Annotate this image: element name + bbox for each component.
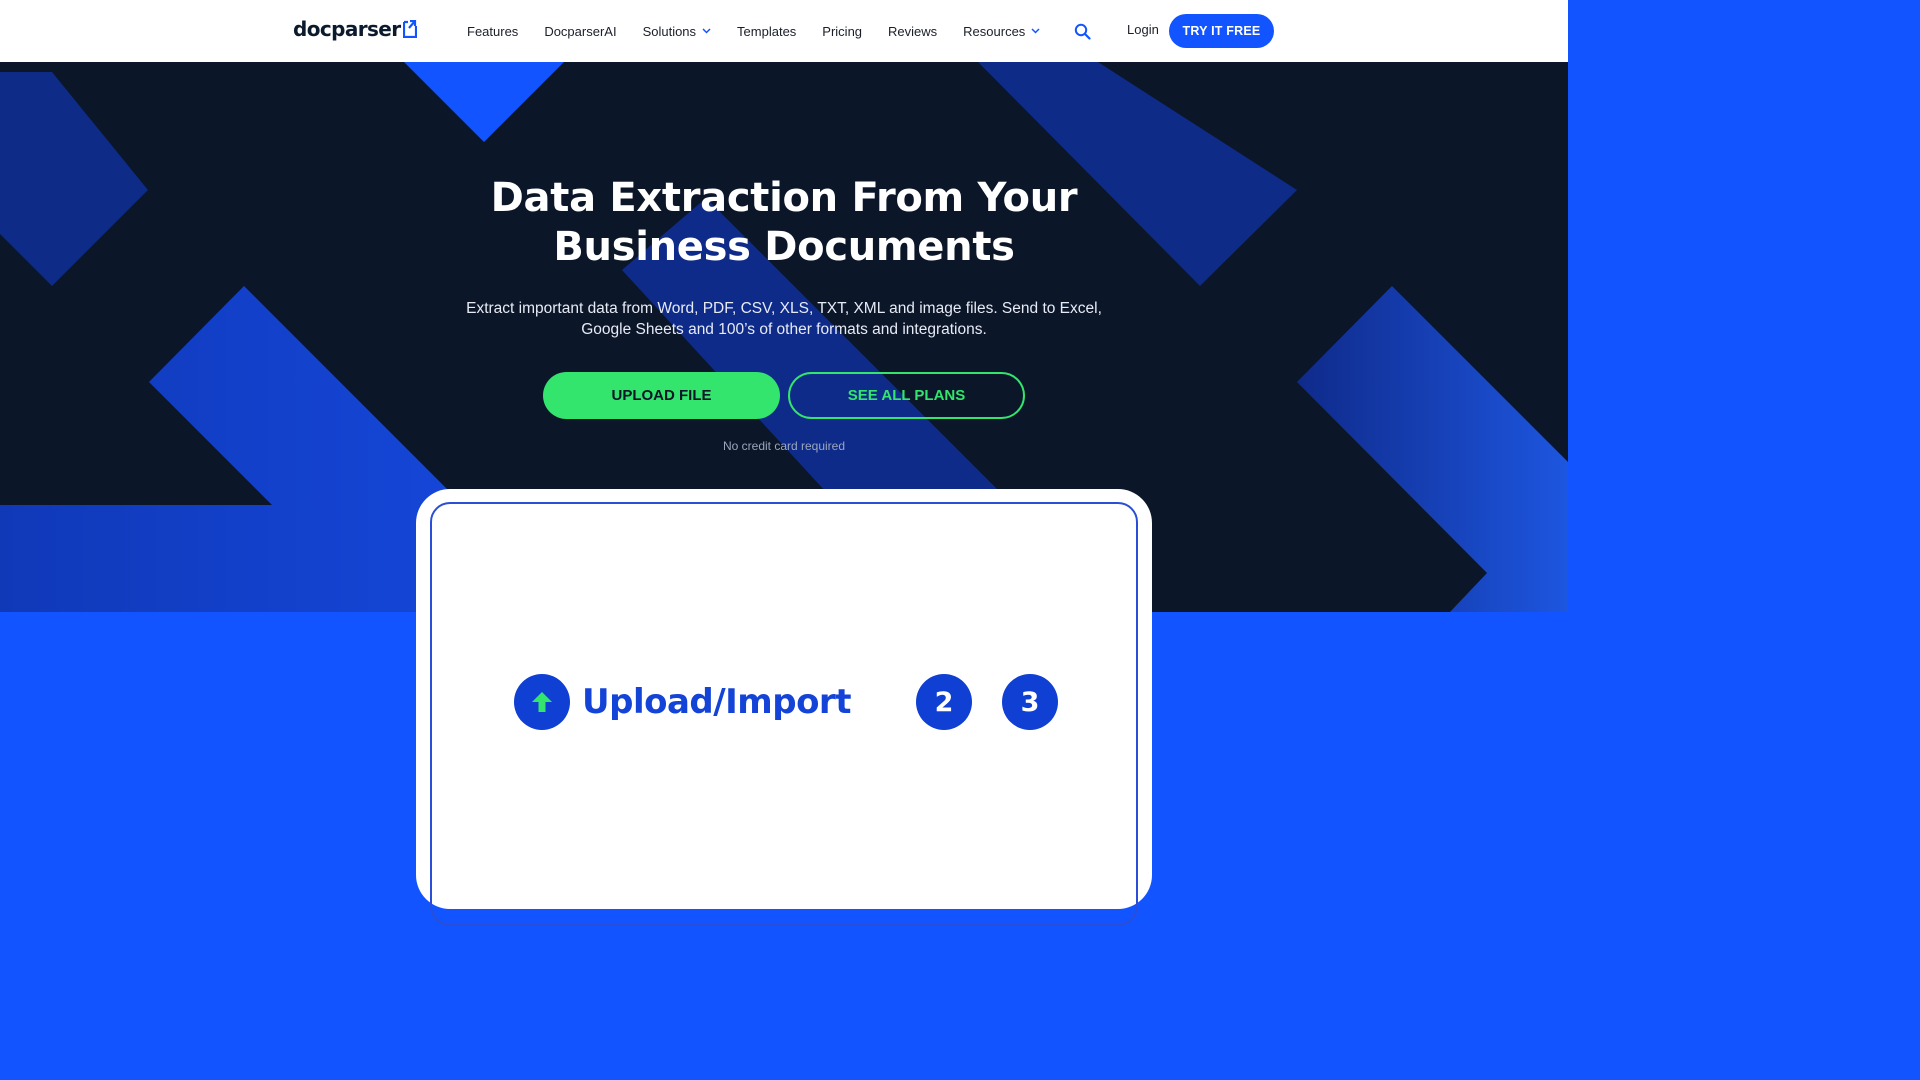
nav-item-templates[interactable]: Templates bbox=[737, 24, 796, 39]
background-stripe bbox=[0, 72, 148, 286]
demo-card: Upload/Import 2 3 bbox=[416, 489, 1152, 926]
logo-wordmark: docparser bbox=[293, 17, 401, 41]
hero-subtitle: Extract important data from Word, PDF, C… bbox=[464, 298, 1104, 340]
nav-item-label: Templates bbox=[737, 23, 797, 39]
hero-subtitle-line1: Extract important data from Word, PDF, C… bbox=[466, 300, 1102, 317]
nav-item-features[interactable]: Features bbox=[467, 24, 518, 39]
step-upload-import[interactable]: Upload/Import bbox=[514, 674, 851, 730]
nav-item-label: DocparserAI bbox=[544, 23, 617, 39]
top-navbar: docparser Features DocparserAI Solutions… bbox=[0, 0, 1568, 62]
main-nav: Features DocparserAI Solutions Templates… bbox=[467, 0, 1066, 62]
demo-inner-frame: Upload/Import 2 3 bbox=[430, 502, 1138, 926]
no-credit-card-note: No credit card required bbox=[722, 439, 846, 453]
logo-mark-icon bbox=[402, 20, 417, 38]
docparser-logo[interactable]: docparser bbox=[293, 17, 417, 41]
nav-item-label: Pricing bbox=[822, 23, 863, 39]
nav-item-label: Features bbox=[467, 23, 519, 39]
hero-title: Data Extraction From Your Business Docum… bbox=[384, 174, 1184, 272]
nav-item-label: Solutions bbox=[642, 23, 697, 39]
hero-subtitle-line2: Google Sheets and 100’s of other formats… bbox=[581, 321, 987, 338]
nav-item-pricing[interactable]: Pricing bbox=[822, 24, 862, 39]
step-3-circle[interactable]: 3 bbox=[1002, 674, 1058, 730]
step-1-label: Upload/Import bbox=[582, 682, 851, 722]
chevron-down-icon bbox=[702, 28, 711, 34]
upload-arrow-icon bbox=[532, 692, 552, 712]
step-2-circle[interactable]: 2 bbox=[916, 674, 972, 730]
search-icon bbox=[1074, 23, 1091, 40]
background-chevron bbox=[0, 286, 460, 612]
background-triangle bbox=[404, 62, 564, 142]
upload-file-button[interactable]: UPLOAD FILE bbox=[543, 372, 780, 419]
hero-title-line1: Data Extraction From Your bbox=[490, 175, 1078, 221]
see-all-plans-button[interactable]: SEE ALL PLANS bbox=[788, 372, 1025, 419]
nav-item-label: Resources bbox=[963, 23, 1026, 39]
nav-item-reviews[interactable]: Reviews bbox=[888, 24, 937, 39]
nav-item-resources[interactable]: Resources bbox=[963, 24, 1040, 39]
chevron-down-icon bbox=[1031, 28, 1040, 34]
search-button[interactable] bbox=[1072, 21, 1092, 41]
nav-item-docparserai[interactable]: DocparserAI bbox=[544, 24, 616, 39]
try-it-free-button[interactable]: TRY IT FREE bbox=[1169, 14, 1274, 48]
nav-item-label: Reviews bbox=[888, 23, 938, 39]
hero-title-line2: Business Documents bbox=[553, 224, 1015, 270]
step-1-circle bbox=[514, 674, 570, 730]
login-link[interactable]: Login bbox=[1127, 22, 1159, 37]
nav-item-solutions[interactable]: Solutions bbox=[643, 24, 711, 39]
background-chevron bbox=[1297, 286, 1568, 612]
